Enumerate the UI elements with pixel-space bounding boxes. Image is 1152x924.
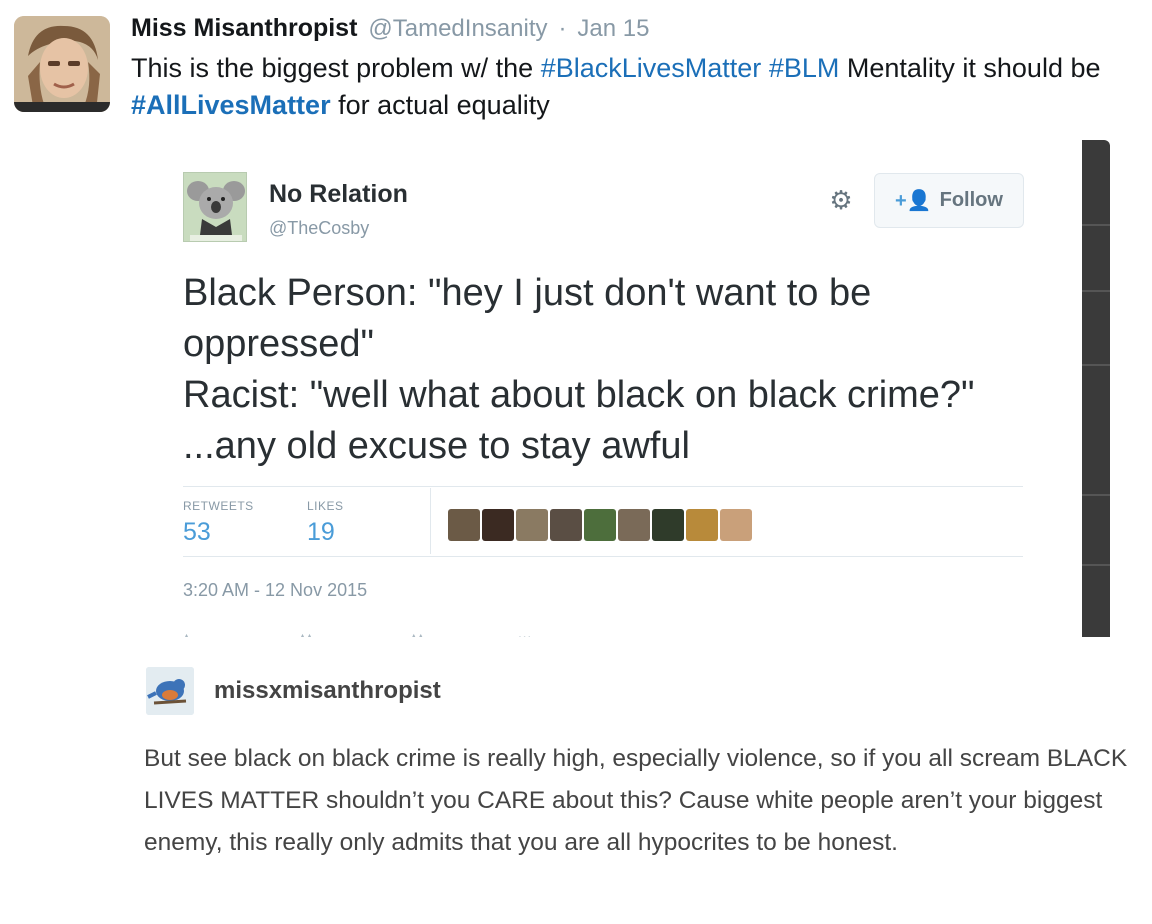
- scrollbar[interactable]: [1082, 140, 1110, 637]
- hashtag-link[interactable]: #AllLivesMatter: [131, 90, 331, 120]
- hashtag-link[interactable]: #BlackLivesMatter: [541, 53, 762, 83]
- liker-avatar[interactable]: [618, 509, 650, 541]
- liker-avatar[interactable]: [652, 509, 684, 541]
- liker-avatar[interactable]: [686, 509, 718, 541]
- liker-avatar[interactable]: [720, 509, 752, 541]
- liker-avatar[interactable]: [482, 509, 514, 541]
- liker-avatar[interactable]: [550, 509, 582, 541]
- follow-person-icon: +👤: [895, 190, 932, 212]
- tweet-text-part: Mentality it should be: [839, 53, 1101, 83]
- tweet-header: Miss Misanthropist @TamedInsanity · Jan …: [131, 14, 649, 43]
- tumblr-username[interactable]: missxmisanthropist: [214, 677, 441, 705]
- liker-avatar[interactable]: [448, 509, 480, 541]
- author-handle[interactable]: @TamedInsanity: [368, 15, 547, 42]
- likes-label: LIKES: [307, 499, 344, 513]
- tweet-text-part: This is the biggest problem w/ the: [131, 53, 541, 83]
- meta-separator: ·: [558, 15, 567, 42]
- author-avatar[interactable]: [14, 16, 110, 112]
- retweets-label: RETWEETS: [183, 499, 254, 513]
- embedded-timestamp[interactable]: 3:20 AM - 12 Nov 2015: [183, 580, 367, 601]
- tweet-text-part: [761, 53, 769, 83]
- embedded-tweet-text: Black Person: "hey I just don't want to …: [183, 268, 1013, 472]
- tumblr-avatar[interactable]: [146, 667, 194, 715]
- divider: [430, 488, 431, 554]
- retweets-count[interactable]: 53: [183, 518, 211, 547]
- divider: [183, 556, 1023, 557]
- embedded-author-name[interactable]: No Relation: [269, 180, 408, 209]
- gear-icon[interactable]: ⚙: [828, 187, 854, 213]
- hashtag-link[interactable]: #BLM: [769, 53, 840, 83]
- follow-button[interactable]: +👤 Follow: [874, 173, 1024, 228]
- action-icons-row: ▴ ▴▴ ▴▴ ···: [183, 628, 532, 637]
- embedded-tweet-line: Racist: "well what about black on black …: [183, 374, 975, 467]
- liker-avatar[interactable]: [584, 509, 616, 541]
- follow-label: Follow: [939, 189, 1003, 211]
- liker-avatar[interactable]: [516, 509, 548, 541]
- tumblr-post-text: But see black on black crime is really h…: [144, 745, 1128, 856]
- embedded-tweet-screenshot: No Relation @TheCosby ⚙ +👤 Follow Black …: [165, 140, 1110, 637]
- embedded-author-avatar: [183, 172, 247, 242]
- embedded-tweet-line: Black Person: "hey I just don't want to …: [183, 272, 872, 365]
- author-name[interactable]: Miss Misanthropist: [131, 14, 357, 42]
- liker-avatars: [448, 509, 752, 541]
- divider: [183, 486, 1023, 487]
- tweet-date[interactable]: Jan 15: [577, 15, 649, 42]
- embedded-author-handle[interactable]: @TheCosby: [269, 218, 369, 239]
- likes-count[interactable]: 19: [307, 518, 335, 547]
- tweet-text: This is the biggest problem w/ the #Blac…: [131, 50, 1131, 124]
- tweet-text-part: for actual equality: [330, 90, 550, 120]
